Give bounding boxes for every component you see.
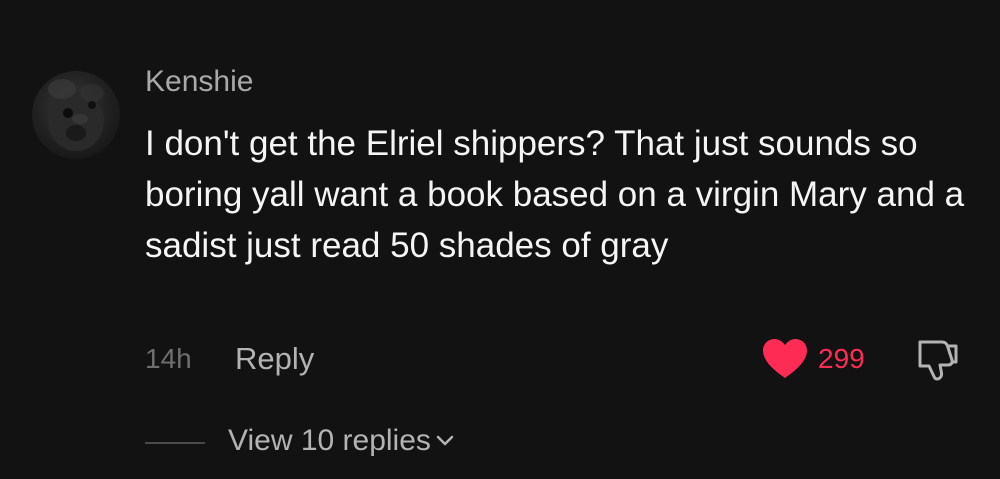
view-replies-button[interactable]: View 10 replies xyxy=(228,422,457,460)
comment-timestamp: 14h xyxy=(145,343,192,374)
avatar[interactable] xyxy=(32,71,120,159)
thumbs-down-icon[interactable] xyxy=(912,338,960,382)
view-replies-label: View 10 replies xyxy=(228,424,431,457)
reply-button[interactable]: Reply xyxy=(235,340,314,378)
chevron-down-icon xyxy=(436,435,454,446)
like-count: 299 xyxy=(818,343,865,374)
comment-text: I don't get the Elriel shippers? That ju… xyxy=(145,124,965,265)
comment-username[interactable]: Kenshie xyxy=(145,64,253,100)
heart-icon[interactable] xyxy=(762,338,808,380)
comment-item: Kenshie I don't get the Elriel shippers?… xyxy=(0,0,1000,479)
replies-divider xyxy=(145,442,205,444)
avatar-image xyxy=(48,79,104,151)
